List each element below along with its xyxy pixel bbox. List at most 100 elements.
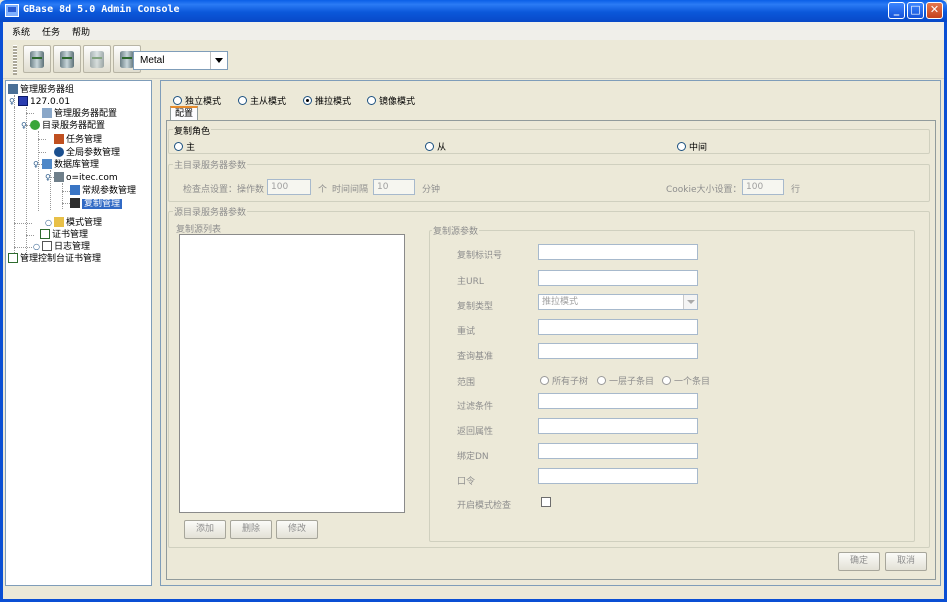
tree-node-root[interactable]: 管理服务器组 (8, 84, 74, 96)
cookie-size-label: Cookie大小设置： (666, 185, 742, 195)
expand-toggle-icon[interactable]: ○ (33, 242, 40, 251)
folder-icon (54, 217, 64, 227)
source-list[interactable] (179, 234, 405, 513)
interval-input[interactable]: 10 (373, 179, 415, 195)
tools-icon (54, 134, 64, 144)
toolbar-grip[interactable] (13, 45, 17, 75)
main-url-label: 主URL (457, 277, 484, 287)
tree-node-regular-params[interactable]: 常规参数管理 (70, 185, 136, 197)
toolbar-button-2[interactable] (53, 45, 81, 73)
theme-combo-value: Metal (140, 55, 165, 66)
tree-node-task-mgmt[interactable]: 任务管理 (54, 134, 102, 146)
tree-node-schema-mgmt[interactable]: 模式管理 (54, 217, 102, 229)
source-params-title: 源目录服务器参数 (173, 205, 248, 218)
radio-master-slave-mode[interactable]: 主从模式 (238, 94, 286, 107)
tree-node-global-params[interactable]: 全局参数管理 (54, 147, 120, 159)
expand-toggle-icon[interactable]: ♀ (21, 121, 27, 130)
expand-toggle-icon[interactable]: ○ (45, 218, 52, 227)
menu-system[interactable]: 系统 (12, 25, 30, 38)
certificate-icon (8, 253, 18, 263)
unit-line-label: 行 (791, 185, 801, 195)
status-bar (3, 587, 944, 599)
expand-toggle-icon[interactable]: ♀ (9, 97, 15, 106)
toolbar-button-1[interactable] (23, 45, 51, 73)
retry-label: 重试 (457, 327, 476, 337)
window-title: GBase 8d 5.0 Admin Console (23, 4, 180, 15)
radio-mirror-mode[interactable]: 镜像模式 (367, 94, 415, 107)
database-icon (42, 159, 52, 169)
tree-node-manage-config[interactable]: 管理服务器配置 (42, 108, 117, 120)
radio-icon (367, 96, 376, 105)
radio-role-master[interactable]: 主 (174, 140, 195, 153)
tree-node-db[interactable]: o=itec.com (54, 172, 118, 184)
tab-config[interactable]: 配置 (170, 106, 199, 120)
tree-node-log-mgmt[interactable]: 日志管理 (42, 241, 90, 253)
radio-scope-subtree[interactable]: 所有子树 (540, 374, 588, 387)
app-icon (5, 4, 19, 17)
password-label: 口令 (457, 477, 476, 487)
query-base-label: 查询基准 (457, 352, 494, 362)
cookie-size-input[interactable]: 100 (742, 179, 784, 195)
tree-node-replication-mgmt[interactable]: 复制管理 (70, 198, 123, 210)
expand-toggle-icon[interactable]: ♀ (45, 173, 51, 182)
tree-node-directory-config[interactable]: 目录服务器配置 (30, 120, 105, 132)
tree-node-cert-mgmt[interactable]: 证书管理 (40, 229, 88, 241)
add-button[interactable]: 添加 (184, 520, 226, 539)
server-group-icon (8, 84, 18, 94)
checkpoint-op-count-input[interactable]: 100 (267, 179, 311, 195)
tree-icon (30, 120, 40, 130)
chevron-down-icon[interactable] (210, 52, 227, 69)
unit-count-label: 个 (318, 185, 328, 195)
bind-dn-input[interactable] (538, 443, 698, 459)
radio-scope-one-entry[interactable]: 一个条目 (662, 374, 710, 387)
minimize-button[interactable]: _ (888, 2, 905, 19)
query-base-input[interactable] (538, 343, 698, 359)
modify-button[interactable]: 修改 (276, 520, 318, 539)
cancel-button[interactable]: 取消 (885, 552, 927, 571)
rep-id-input[interactable] (538, 244, 698, 260)
theme-combo[interactable]: Metal (133, 51, 228, 70)
maximize-button[interactable]: □ (907, 2, 924, 19)
chevron-down-icon[interactable] (683, 295, 697, 309)
ok-button[interactable]: 确定 (838, 552, 880, 571)
role-group-title: 复制角色 (173, 124, 212, 137)
rep-id-label: 复制标识号 (457, 251, 503, 261)
main-url-input[interactable] (538, 270, 698, 286)
retry-input[interactable] (538, 319, 698, 335)
filter-input[interactable] (538, 393, 698, 409)
schema-check-checkbox[interactable] (541, 497, 551, 507)
scope-label: 范围 (457, 378, 476, 388)
radio-selected-icon (303, 96, 312, 105)
navigation-tree[interactable]: 管理服务器组 ♀ 127.0.01 管理服务器配置 ♀ 目录服务器配置 任务管理… (5, 80, 152, 586)
radio-icon (425, 142, 434, 151)
radio-scope-one-level[interactable]: 一层子条目 (597, 374, 654, 387)
splitter[interactable] (153, 80, 159, 586)
radio-role-intermediate[interactable]: 中间 (677, 140, 707, 153)
source-params-subgroup-title: 复制源参数 (432, 224, 480, 237)
radio-icon (662, 376, 671, 385)
expand-toggle-icon[interactable]: ♀ (33, 160, 39, 169)
return-attrs-label: 返回属性 (457, 427, 494, 437)
radio-push-pull-mode[interactable]: 推拉模式 (303, 94, 351, 107)
radio-role-slave[interactable]: 从 (425, 140, 446, 153)
menu-task[interactable]: 任务 (42, 25, 60, 38)
tree-node-server[interactable]: 127.0.01 (18, 96, 70, 108)
schema-check-label: 开启模式检查 (457, 501, 512, 511)
tree-node-db-mgmt[interactable]: 数据库管理 (42, 159, 99, 171)
rep-type-select[interactable]: 推拉模式 (538, 294, 698, 310)
toolbar-button-3[interactable] (83, 45, 111, 73)
checkpoint-label: 检查点设置：操作数 (183, 185, 265, 195)
database-icon (30, 51, 44, 68)
menu-help[interactable]: 帮助 (72, 25, 90, 38)
network-icon (70, 185, 80, 195)
database-icon (120, 51, 134, 68)
tree-node-console-cert[interactable]: 管理控制台证书管理 (8, 253, 101, 265)
role-group (168, 129, 930, 154)
database-icon (90, 51, 104, 68)
delete-button[interactable]: 删除 (230, 520, 272, 539)
database-icon (54, 172, 64, 182)
password-input[interactable] (538, 468, 698, 484)
certificate-icon (40, 229, 50, 239)
close-button[interactable]: ✕ (926, 2, 943, 19)
return-attrs-input[interactable] (538, 418, 698, 434)
